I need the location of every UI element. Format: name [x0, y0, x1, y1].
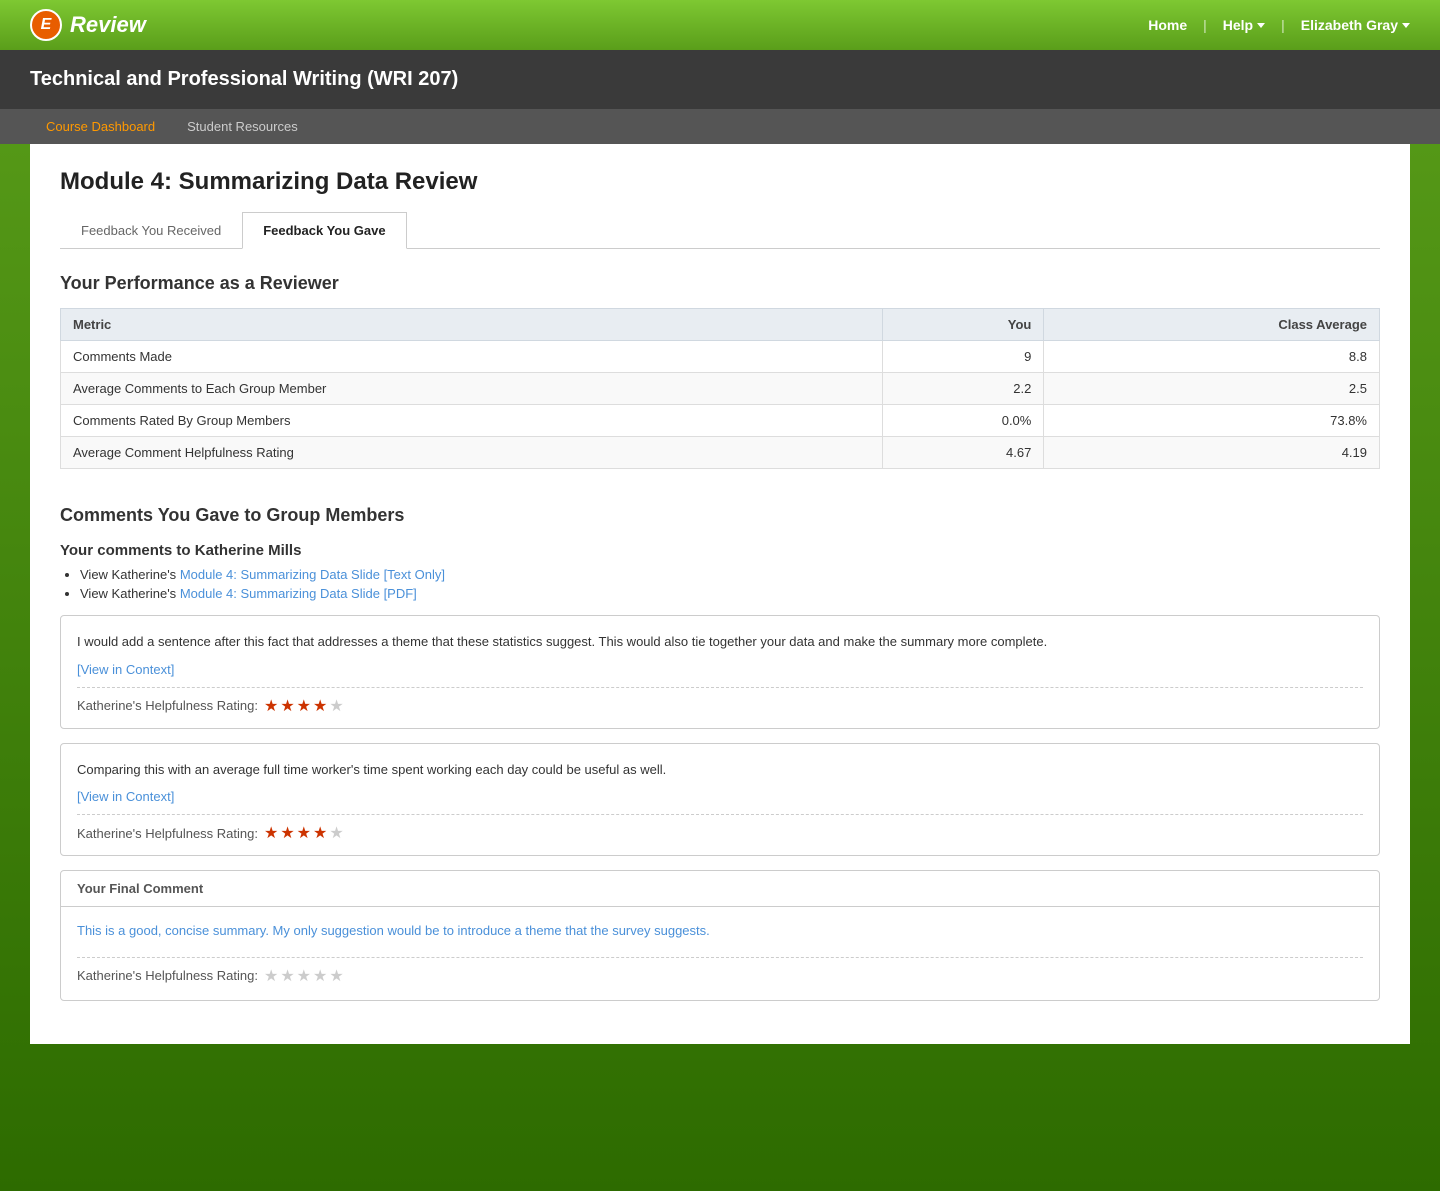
star-icon: ★	[313, 823, 327, 843]
star-icon: ★	[297, 966, 311, 986]
star-icon: ★	[280, 823, 294, 843]
table-row: Average Comments to Each Group Member 2.…	[61, 373, 1380, 405]
stars: ★★★★★	[264, 696, 344, 716]
help-chevron-icon	[1257, 23, 1265, 28]
view-context-link[interactable]: [View in Context]	[77, 662, 1363, 677]
comment-text: Comparing this with an average full time…	[77, 760, 1363, 780]
recipient-link-1[interactable]: Module 4: Summarizing Data Slide [Text O…	[180, 567, 445, 582]
comment-text: I would add a sentence after this fact t…	[77, 632, 1363, 652]
class-avg-cell: 4.19	[1044, 437, 1380, 469]
recipient-link-item-2: View Katherine's Module 4: Summarizing D…	[80, 586, 1380, 601]
star-icon: ★	[264, 966, 278, 986]
metric-cell: Comments Made	[61, 341, 883, 373]
star-icon: ★	[297, 696, 311, 716]
class-avg-cell: 8.8	[1044, 341, 1380, 373]
star-icon: ★	[313, 966, 327, 986]
final-comment-header: Your Final Comment	[61, 871, 1379, 907]
helpfulness-row: Katherine's Helpfulness Rating: ★★★★★	[77, 696, 1363, 716]
star-icon: ★	[329, 966, 343, 986]
you-cell: 4.67	[883, 437, 1044, 469]
view-context-link[interactable]: [View in Context]	[77, 789, 1363, 804]
logo-text: Review	[70, 12, 146, 38]
metric-cell: Average Comments to Each Group Member	[61, 373, 883, 405]
final-rating-divider	[77, 957, 1363, 958]
star-icon: ★	[329, 696, 343, 716]
comment-card: Comparing this with an average full time…	[60, 743, 1380, 857]
recipient-title: Your comments to Katherine Mills	[60, 542, 1380, 559]
nav-divider-2: |	[1281, 17, 1285, 33]
performance-table: Metric You Class Average Comments Made 9…	[60, 308, 1380, 469]
recipient-link-item-1: View Katherine's Module 4: Summarizing D…	[80, 567, 1380, 582]
star-icon: ★	[280, 966, 294, 986]
star-icon: ★	[264, 823, 278, 843]
tab-bar: Feedback You Received Feedback You Gave	[60, 212, 1380, 249]
comment-card: I would add a sentence after this fact t…	[60, 615, 1380, 729]
col-metric: Metric	[61, 309, 883, 341]
star-icon: ★	[313, 696, 327, 716]
tab-feedback-gave[interactable]: Feedback You Gave	[242, 212, 406, 249]
eli-logo-icon: E	[30, 9, 62, 41]
col-you: You	[883, 309, 1044, 341]
tab-feedback-received[interactable]: Feedback You Received	[60, 212, 242, 249]
nav-divider-1: |	[1203, 17, 1207, 33]
rating-label: Katherine's Helpfulness Rating:	[77, 826, 258, 841]
star-icon: ★	[280, 696, 294, 716]
nav-right: Home | Help | Elizabeth Gray	[1148, 17, 1410, 33]
star-icon: ★	[264, 696, 278, 716]
table-row: Comments Made 9 8.8	[61, 341, 1380, 373]
course-title: Technical and Professional Writing (WRI …	[30, 68, 458, 90]
you-cell: 9	[883, 341, 1044, 373]
rating-divider	[77, 687, 1363, 688]
class-avg-cell: 73.8%	[1044, 405, 1380, 437]
table-row: Comments Rated By Group Members 0.0% 73.…	[61, 405, 1380, 437]
main-content: Module 4: Summarizing Data Review Feedba…	[30, 144, 1410, 1044]
subnav-student-resources[interactable]: Student Resources	[171, 109, 314, 144]
home-link[interactable]: Home	[1148, 17, 1187, 33]
final-comment-text: This is a good, concise summary. My only…	[77, 921, 1363, 941]
metric-cell: Comments Rated By Group Members	[61, 405, 883, 437]
class-avg-cell: 2.5	[1044, 373, 1380, 405]
final-stars: ★★★★★	[264, 966, 344, 986]
top-navigation: E Review Home | Help | Elizabeth Gray	[0, 0, 1440, 50]
final-comment-card: Your Final Comment This is a good, conci…	[60, 870, 1380, 1001]
you-cell: 0.0%	[883, 405, 1044, 437]
sub-navigation: Course Dashboard Student Resources	[0, 109, 1440, 144]
final-comment-body: This is a good, concise summary. My only…	[61, 907, 1379, 1000]
table-row: Average Comment Helpfulness Rating 4.67 …	[61, 437, 1380, 469]
col-class-avg: Class Average	[1044, 309, 1380, 341]
help-label: Help	[1223, 17, 1253, 33]
user-dropdown[interactable]: Elizabeth Gray	[1301, 17, 1410, 33]
star-icon: ★	[329, 823, 343, 843]
star-icon: ★	[297, 823, 311, 843]
subnav-course-dashboard[interactable]: Course Dashboard	[30, 109, 171, 144]
final-rating-label: Katherine's Helpfulness Rating:	[77, 968, 258, 983]
user-chevron-icon	[1402, 23, 1410, 28]
metric-cell: Average Comment Helpfulness Rating	[61, 437, 883, 469]
helpfulness-row: Katherine's Helpfulness Rating: ★★★★★	[77, 823, 1363, 843]
recipient-link-2[interactable]: Module 4: Summarizing Data Slide [PDF]	[180, 586, 417, 601]
performance-section-title: Your Performance as a Reviewer	[60, 273, 1380, 294]
link-prefix-2: View Katherine's	[80, 586, 176, 601]
recipient-links: View Katherine's Module 4: Summarizing D…	[60, 567, 1380, 601]
logo-area: E Review	[30, 9, 146, 41]
you-cell: 2.2	[883, 373, 1044, 405]
user-label: Elizabeth Gray	[1301, 17, 1398, 33]
comments-section-title: Comments You Gave to Group Members	[60, 505, 1380, 526]
final-helpfulness-row: Katherine's Helpfulness Rating: ★★★★★	[77, 966, 1363, 986]
link-prefix-1: View Katherine's	[80, 567, 176, 582]
stars: ★★★★★	[264, 823, 344, 843]
help-dropdown[interactable]: Help	[1223, 17, 1265, 33]
module-title: Module 4: Summarizing Data Review	[60, 168, 1380, 196]
comment-cards: I would add a sentence after this fact t…	[60, 615, 1380, 856]
course-header: Technical and Professional Writing (WRI …	[0, 50, 1440, 109]
rating-divider	[77, 814, 1363, 815]
rating-label: Katherine's Helpfulness Rating:	[77, 698, 258, 713]
